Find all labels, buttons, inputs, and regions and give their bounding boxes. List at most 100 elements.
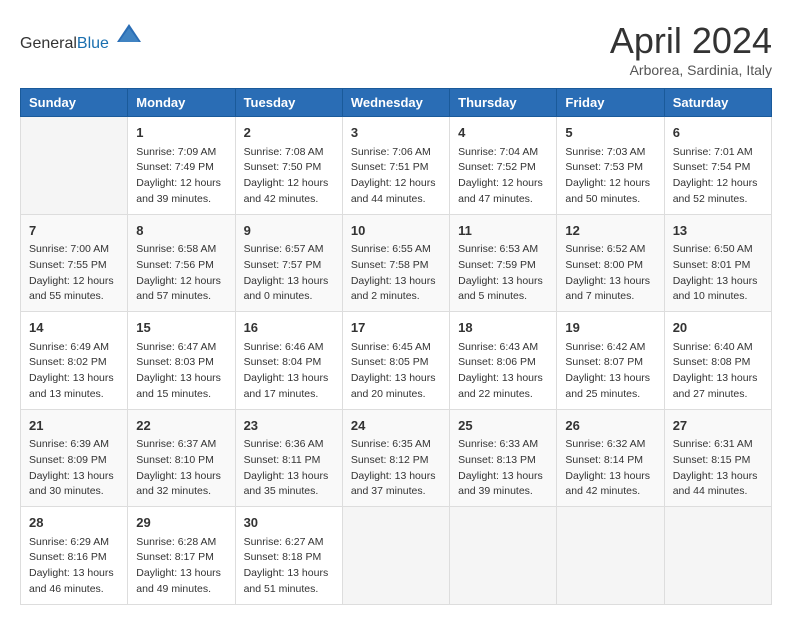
day-info: Sunrise: 6:39 AM Sunset: 8:09 PM Dayligh… xyxy=(29,437,119,500)
day-number: 4 xyxy=(458,123,548,143)
day-number: 29 xyxy=(136,513,226,533)
day-cell: 28Sunrise: 6:29 AM Sunset: 8:16 PM Dayli… xyxy=(21,507,128,605)
logo-icon xyxy=(115,20,143,48)
month-title: April 2024 xyxy=(610,20,772,62)
week-row-4: 21Sunrise: 6:39 AM Sunset: 8:09 PM Dayli… xyxy=(21,409,772,507)
day-number: 11 xyxy=(458,221,548,241)
day-number: 25 xyxy=(458,416,548,436)
day-cell: 9Sunrise: 6:57 AM Sunset: 7:57 PM Daylig… xyxy=(235,214,342,312)
day-info: Sunrise: 6:27 AM Sunset: 8:18 PM Dayligh… xyxy=(244,535,334,598)
day-info: Sunrise: 6:42 AM Sunset: 8:07 PM Dayligh… xyxy=(565,340,655,403)
day-info: Sunrise: 6:55 AM Sunset: 7:58 PM Dayligh… xyxy=(351,242,441,305)
day-info: Sunrise: 6:43 AM Sunset: 8:06 PM Dayligh… xyxy=(458,340,548,403)
day-number: 27 xyxy=(673,416,763,436)
day-number: 23 xyxy=(244,416,334,436)
day-number: 7 xyxy=(29,221,119,241)
day-number: 2 xyxy=(244,123,334,143)
day-cell: 27Sunrise: 6:31 AM Sunset: 8:15 PM Dayli… xyxy=(664,409,771,507)
day-number: 14 xyxy=(29,318,119,338)
day-number: 12 xyxy=(565,221,655,241)
calendar-header: SundayMondayTuesdayWednesdayThursdayFrid… xyxy=(21,89,772,117)
logo-general-text: General xyxy=(20,35,77,52)
week-row-5: 28Sunrise: 6:29 AM Sunset: 8:16 PM Dayli… xyxy=(21,507,772,605)
day-info: Sunrise: 6:32 AM Sunset: 8:14 PM Dayligh… xyxy=(565,437,655,500)
day-info: Sunrise: 6:35 AM Sunset: 8:12 PM Dayligh… xyxy=(351,437,441,500)
day-cell: 13Sunrise: 6:50 AM Sunset: 8:01 PM Dayli… xyxy=(664,214,771,312)
day-number: 20 xyxy=(673,318,763,338)
week-row-2: 7Sunrise: 7:00 AM Sunset: 7:55 PM Daylig… xyxy=(21,214,772,312)
day-cell: 19Sunrise: 6:42 AM Sunset: 8:07 PM Dayli… xyxy=(557,312,664,410)
day-info: Sunrise: 6:31 AM Sunset: 8:15 PM Dayligh… xyxy=(673,437,763,500)
page-header: GeneralBlue April 2024 Arborea, Sardinia… xyxy=(20,20,772,78)
day-info: Sunrise: 7:03 AM Sunset: 7:53 PM Dayligh… xyxy=(565,145,655,208)
header-cell-monday: Monday xyxy=(128,89,235,117)
header-cell-thursday: Thursday xyxy=(450,89,557,117)
day-cell xyxy=(664,507,771,605)
day-info: Sunrise: 6:29 AM Sunset: 8:16 PM Dayligh… xyxy=(29,535,119,598)
day-info: Sunrise: 6:53 AM Sunset: 7:59 PM Dayligh… xyxy=(458,242,548,305)
day-number: 22 xyxy=(136,416,226,436)
week-row-1: 1Sunrise: 7:09 AM Sunset: 7:49 PM Daylig… xyxy=(21,117,772,215)
day-cell: 30Sunrise: 6:27 AM Sunset: 8:18 PM Dayli… xyxy=(235,507,342,605)
day-cell: 1Sunrise: 7:09 AM Sunset: 7:49 PM Daylig… xyxy=(128,117,235,215)
day-info: Sunrise: 6:46 AM Sunset: 8:04 PM Dayligh… xyxy=(244,340,334,403)
day-cell: 15Sunrise: 6:47 AM Sunset: 8:03 PM Dayli… xyxy=(128,312,235,410)
day-info: Sunrise: 6:58 AM Sunset: 7:56 PM Dayligh… xyxy=(136,242,226,305)
day-cell: 14Sunrise: 6:49 AM Sunset: 8:02 PM Dayli… xyxy=(21,312,128,410)
day-cell: 11Sunrise: 6:53 AM Sunset: 7:59 PM Dayli… xyxy=(450,214,557,312)
calendar-body: 1Sunrise: 7:09 AM Sunset: 7:49 PM Daylig… xyxy=(21,117,772,605)
day-info: Sunrise: 6:52 AM Sunset: 8:00 PM Dayligh… xyxy=(565,242,655,305)
day-number: 9 xyxy=(244,221,334,241)
header-cell-tuesday: Tuesday xyxy=(235,89,342,117)
day-info: Sunrise: 7:01 AM Sunset: 7:54 PM Dayligh… xyxy=(673,145,763,208)
day-info: Sunrise: 6:57 AM Sunset: 7:57 PM Dayligh… xyxy=(244,242,334,305)
day-number: 5 xyxy=(565,123,655,143)
day-number: 24 xyxy=(351,416,441,436)
day-info: Sunrise: 6:36 AM Sunset: 8:11 PM Dayligh… xyxy=(244,437,334,500)
day-info: Sunrise: 7:08 AM Sunset: 7:50 PM Dayligh… xyxy=(244,145,334,208)
day-number: 6 xyxy=(673,123,763,143)
day-info: Sunrise: 7:00 AM Sunset: 7:55 PM Dayligh… xyxy=(29,242,119,305)
day-info: Sunrise: 6:33 AM Sunset: 8:13 PM Dayligh… xyxy=(458,437,548,500)
day-cell: 2Sunrise: 7:08 AM Sunset: 7:50 PM Daylig… xyxy=(235,117,342,215)
day-number: 30 xyxy=(244,513,334,533)
day-cell: 3Sunrise: 7:06 AM Sunset: 7:51 PM Daylig… xyxy=(342,117,449,215)
day-info: Sunrise: 7:09 AM Sunset: 7:49 PM Dayligh… xyxy=(136,145,226,208)
header-cell-sunday: Sunday xyxy=(21,89,128,117)
day-info: Sunrise: 7:04 AM Sunset: 7:52 PM Dayligh… xyxy=(458,145,548,208)
day-cell: 26Sunrise: 6:32 AM Sunset: 8:14 PM Dayli… xyxy=(557,409,664,507)
day-cell: 5Sunrise: 7:03 AM Sunset: 7:53 PM Daylig… xyxy=(557,117,664,215)
day-number: 21 xyxy=(29,416,119,436)
day-info: Sunrise: 6:37 AM Sunset: 8:10 PM Dayligh… xyxy=(136,437,226,500)
logo: GeneralBlue xyxy=(20,20,143,53)
day-cell: 16Sunrise: 6:46 AM Sunset: 8:04 PM Dayli… xyxy=(235,312,342,410)
calendar-table: SundayMondayTuesdayWednesdayThursdayFrid… xyxy=(20,88,772,605)
day-cell: 12Sunrise: 6:52 AM Sunset: 8:00 PM Dayli… xyxy=(557,214,664,312)
day-number: 16 xyxy=(244,318,334,338)
day-cell: 21Sunrise: 6:39 AM Sunset: 8:09 PM Dayli… xyxy=(21,409,128,507)
day-number: 1 xyxy=(136,123,226,143)
day-info: Sunrise: 6:45 AM Sunset: 8:05 PM Dayligh… xyxy=(351,340,441,403)
day-cell: 29Sunrise: 6:28 AM Sunset: 8:17 PM Dayli… xyxy=(128,507,235,605)
day-cell: 10Sunrise: 6:55 AM Sunset: 7:58 PM Dayli… xyxy=(342,214,449,312)
day-number: 3 xyxy=(351,123,441,143)
day-number: 19 xyxy=(565,318,655,338)
header-cell-saturday: Saturday xyxy=(664,89,771,117)
day-cell: 6Sunrise: 7:01 AM Sunset: 7:54 PM Daylig… xyxy=(664,117,771,215)
day-cell: 20Sunrise: 6:40 AM Sunset: 8:08 PM Dayli… xyxy=(664,312,771,410)
day-info: Sunrise: 6:49 AM Sunset: 8:02 PM Dayligh… xyxy=(29,340,119,403)
day-number: 8 xyxy=(136,221,226,241)
day-cell: 17Sunrise: 6:45 AM Sunset: 8:05 PM Dayli… xyxy=(342,312,449,410)
day-number: 26 xyxy=(565,416,655,436)
day-cell: 4Sunrise: 7:04 AM Sunset: 7:52 PM Daylig… xyxy=(450,117,557,215)
day-info: Sunrise: 6:47 AM Sunset: 8:03 PM Dayligh… xyxy=(136,340,226,403)
day-cell xyxy=(450,507,557,605)
day-cell: 22Sunrise: 6:37 AM Sunset: 8:10 PM Dayli… xyxy=(128,409,235,507)
day-info: Sunrise: 6:28 AM Sunset: 8:17 PM Dayligh… xyxy=(136,535,226,598)
day-cell xyxy=(342,507,449,605)
day-cell: 24Sunrise: 6:35 AM Sunset: 8:12 PM Dayli… xyxy=(342,409,449,507)
day-cell: 18Sunrise: 6:43 AM Sunset: 8:06 PM Dayli… xyxy=(450,312,557,410)
header-cell-friday: Friday xyxy=(557,89,664,117)
day-cell: 7Sunrise: 7:00 AM Sunset: 7:55 PM Daylig… xyxy=(21,214,128,312)
day-info: Sunrise: 6:40 AM Sunset: 8:08 PM Dayligh… xyxy=(673,340,763,403)
